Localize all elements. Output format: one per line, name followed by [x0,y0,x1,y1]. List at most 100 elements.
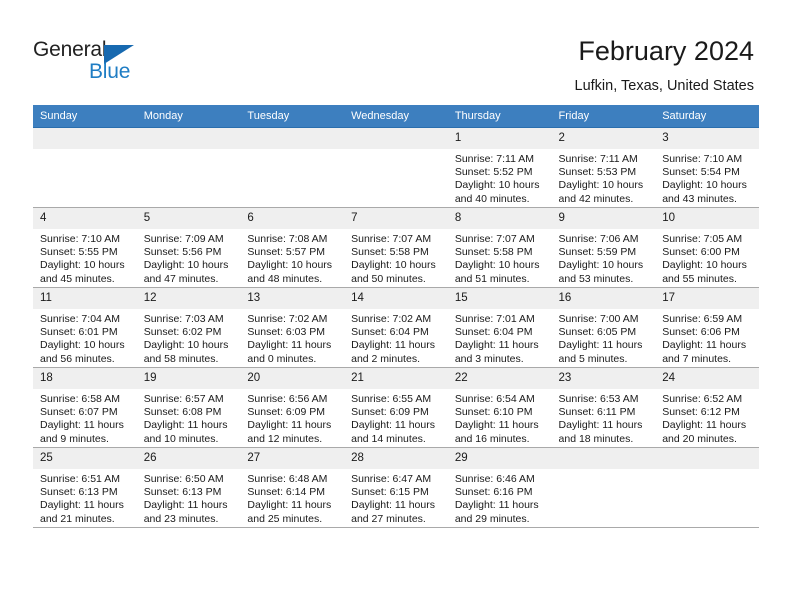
sunset-text: Sunset: 6:06 PM [662,326,740,339]
calendar-day-cell[interactable]: 15 Sunrise: 7:01 AM Sunset: 6:04 PM Dayligh… [447,287,552,368]
calendar-day-cell[interactable]: 10 Sunrise: 7:05 AM Sunset: 6:00 PM Dayligh… [655,207,759,288]
sunset-text: Sunset: 6:00 PM [662,246,740,259]
day-sun-details: Sunrise: 7:08 AM Sunset: 5:57 PM Daylight:… [240,229,344,286]
calendar-day-cell[interactable]: 16 Sunrise: 7:00 AM Sunset: 6:05 PM Dayligh… [551,287,656,368]
weekday-header-sunday: Sunday [33,105,137,128]
daylight-text: Daylight: 11 hours and 27 minutes. [351,499,435,525]
sunrise-text: Sunrise: 6:50 AM [143,473,224,485]
sunset-text: Sunset: 6:08 PM [143,406,222,419]
day-number: 24 [655,368,759,389]
day-number: 15 [447,288,552,309]
calendar-day-cell[interactable]: 18 Sunrise: 6:58 AM Sunset: 6:07 PM Dayligh… [33,367,137,448]
day-sun-details: Sunrise: 7:02 AM Sunset: 6:04 PM Daylight:… [344,309,448,366]
day-number: 1 [447,128,552,149]
day-sun-details: Sunrise: 6:57 AM Sunset: 6:08 PM Daylight:… [137,389,241,446]
calendar-day-cell[interactable]: 7 Sunrise: 7:07 AM Sunset: 5:58 PM Daylight… [344,207,448,288]
day-sun-details: Sunrise: 7:10 AM Sunset: 5:54 PM Daylight:… [655,149,759,206]
sunset-text: Sunset: 6:12 PM [662,406,740,419]
daylight-text: Daylight: 11 hours and 21 minutes. [40,499,124,525]
daylight-text: Daylight: 10 hours and 48 minutes. [247,259,333,285]
calendar-day-cell[interactable]: 20 Sunrise: 6:56 AM Sunset: 6:09 PM Dayligh… [240,367,345,448]
daylight-text: Daylight: 10 hours and 56 minutes. [40,339,125,365]
sunset-text: Sunset: 6:10 PM [454,406,533,419]
logo-text-blue: Blue [89,60,131,83]
calendar-day-cell[interactable]: 3 Sunrise: 7:10 AM Sunset: 5:54 PM Daylight… [655,127,759,208]
daylight-text: Daylight: 11 hours and 5 minutes. [558,339,643,365]
calendar-day-cell[interactable]: 14 Sunrise: 7:02 AM Sunset: 6:04 PM Dayligh… [344,287,448,368]
daylight-text: Daylight: 10 hours and 42 minutes. [558,179,644,205]
sunrise-text: Sunrise: 6:56 AM [247,393,328,405]
sunrise-text: Sunrise: 6:55 AM [351,393,432,405]
calendar-day-cell[interactable]: 17 Sunrise: 6:59 AM Sunset: 6:06 PM Dayligh… [655,287,759,368]
daylight-text: Daylight: 11 hours and 18 minutes. [558,419,643,445]
calendar-day-cell[interactable]: 4 Sunrise: 7:10 AM Sunset: 5:55 PM Daylight… [33,207,137,288]
sunset-text: Sunset: 6:13 PM [40,486,118,499]
sunset-text: Sunset: 6:04 PM [454,326,533,339]
sunset-text: Sunset: 5:55 PM [40,246,118,259]
day-number: 11 [33,288,137,309]
sunset-text: Sunset: 6:13 PM [143,486,222,499]
calendar-day-cell[interactable]: 11 Sunrise: 7:04 AM Sunset: 6:01 PM Dayligh… [33,287,137,368]
sunset-text: Sunset: 6:05 PM [558,326,637,339]
day-sun-details: Sunrise: 7:10 AM Sunset: 5:55 PM Daylight:… [33,229,137,286]
calendar-header-row-group: Sunday Monday Tuesday Wednesday Thursday… [33,105,759,128]
calendar-day-cell[interactable]: 28 Sunrise: 6:47 AM Sunset: 6:15 PM Dayligh… [344,447,448,528]
sunrise-text: Sunrise: 7:08 AM [247,233,328,245]
calendar-day-cell[interactable]: 26 Sunrise: 6:50 AM Sunset: 6:13 PM Dayligh… [136,447,241,528]
day-sun-details: Sunrise: 7:01 AM Sunset: 6:04 PM Daylight:… [448,309,552,366]
day-number: 26 [136,448,241,469]
daylight-text: Daylight: 11 hours and 12 minutes. [247,419,332,445]
sunrise-text: Sunrise: 6:52 AM [662,393,743,405]
day-number [655,448,759,469]
day-sun-details: Sunrise: 6:58 AM Sunset: 6:07 PM Daylight:… [33,389,137,446]
calendar-day-cell[interactable]: 1 Sunrise: 7:11 AM Sunset: 5:52 PM Daylight… [447,127,552,208]
daylight-text: Daylight: 11 hours and 9 minutes. [40,419,124,445]
day-sun-details: Sunrise: 6:52 AM Sunset: 6:12 PM Daylight:… [655,389,759,446]
calendar-day-cell[interactable]: 27 Sunrise: 6:48 AM Sunset: 6:14 PM Dayligh… [240,447,345,528]
calendar-cell-empty [33,127,137,208]
calendar-day-cell[interactable]: 2 Sunrise: 7:11 AM Sunset: 5:53 PM Daylight… [551,127,656,208]
day-number: 20 [240,368,345,389]
calendar-day-cell[interactable]: 21 Sunrise: 6:55 AM Sunset: 6:09 PM Dayligh… [344,367,448,448]
calendar-day-cell[interactable]: 24 Sunrise: 6:52 AM Sunset: 6:12 PM Dayligh… [655,367,759,448]
daylight-text: Daylight: 11 hours and 14 minutes. [351,419,435,445]
calendar-day-cell[interactable]: 29 Sunrise: 6:46 AM Sunset: 6:16 PM Dayligh… [447,447,552,528]
sunrise-text: Sunrise: 7:00 AM [558,313,639,325]
calendar-day-cell[interactable]: 19 Sunrise: 6:57 AM Sunset: 6:08 PM Dayligh… [136,367,241,448]
sunset-text: Sunset: 5:53 PM [558,166,637,179]
day-sun-details: Sunrise: 7:00 AM Sunset: 6:05 PM Daylight:… [552,309,656,366]
sunrise-text: Sunrise: 7:02 AM [351,313,432,325]
calendar-day-cell[interactable]: 12 Sunrise: 7:03 AM Sunset: 6:02 PM Dayligh… [136,287,241,368]
daylight-text: Daylight: 10 hours and 43 minutes. [662,179,747,205]
calendar-day-cell[interactable]: 13 Sunrise: 7:02 AM Sunset: 6:03 PM Dayligh… [240,287,345,368]
sunrise-text: Sunrise: 7:09 AM [143,233,224,245]
calendar-day-cell[interactable]: 5 Sunrise: 7:09 AM Sunset: 5:56 PM Daylight… [136,207,241,288]
sunset-text: Sunset: 6:02 PM [143,326,222,339]
daylight-text: Daylight: 10 hours and 40 minutes. [454,179,540,205]
day-number [240,128,345,149]
day-number: 12 [136,288,241,309]
day-number: 9 [551,208,656,229]
general-blue-logo[interactable]: General Blue [33,38,233,88]
calendar-day-cell[interactable]: 6 Sunrise: 7:08 AM Sunset: 5:57 PM Daylight… [240,207,345,288]
day-number: 19 [136,368,241,389]
day-sun-details: Sunrise: 6:53 AM Sunset: 6:11 PM Daylight:… [552,389,656,446]
day-sun-details: Sunrise: 6:59 AM Sunset: 6:06 PM Daylight:… [655,309,759,366]
sunrise-text: Sunrise: 6:53 AM [558,393,639,405]
sunset-text: Sunset: 6:11 PM [558,406,636,419]
calendar-cell-empty [551,447,656,528]
day-sun-details: Sunrise: 6:55 AM Sunset: 6:09 PM Daylight:… [344,389,448,446]
calendar-cell-empty [136,127,241,208]
calendar-day-cell[interactable]: 8 Sunrise: 7:07 AM Sunset: 5:58 PM Daylight… [447,207,552,288]
calendar-day-cell[interactable]: 22 Sunrise: 6:54 AM Sunset: 6:10 PM Dayligh… [447,367,552,448]
calendar-day-cell[interactable]: 9 Sunrise: 7:06 AM Sunset: 5:59 PM Daylight… [551,207,656,288]
day-number: 4 [33,208,137,229]
sunrise-text: Sunrise: 7:01 AM [454,313,535,325]
day-sun-details: Sunrise: 6:51 AM Sunset: 6:13 PM Daylight:… [33,469,137,526]
day-sun-details: Sunrise: 7:09 AM Sunset: 5:56 PM Daylight:… [137,229,241,286]
sunrise-text: Sunrise: 6:46 AM [454,473,535,485]
calendar-day-cell[interactable]: 23 Sunrise: 6:53 AM Sunset: 6:11 PM Dayligh… [551,367,656,448]
day-sun-details: Sunrise: 7:06 AM Sunset: 5:59 PM Daylight:… [552,229,656,286]
daylight-text: Daylight: 11 hours and 7 minutes. [662,339,747,365]
calendar-day-cell[interactable]: 25 Sunrise: 6:51 AM Sunset: 6:13 PM Dayligh… [33,447,137,528]
